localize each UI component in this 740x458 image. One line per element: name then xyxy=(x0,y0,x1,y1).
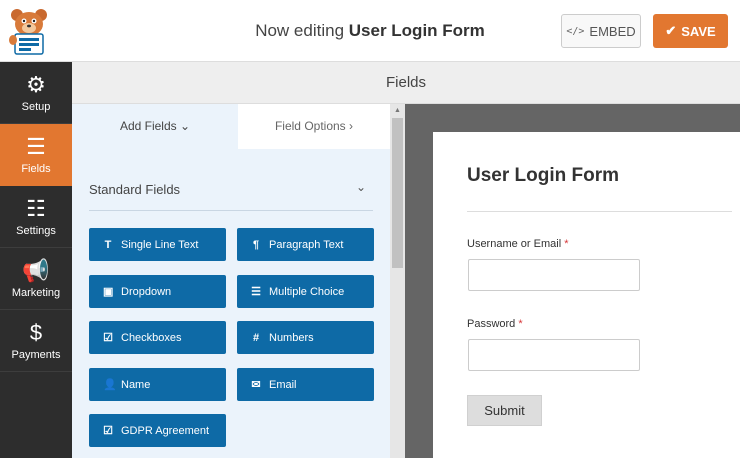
checkbox-icon: ☑ xyxy=(103,425,113,437)
tab-label: Field Options xyxy=(274,119,346,133)
scrollbar-thumb[interactable] xyxy=(392,118,403,268)
field-button-paragraph-text[interactable]: ¶ Paragraph Text xyxy=(237,228,374,261)
sidebar-item-label: Marketing xyxy=(11,287,61,299)
field-button-dropdown[interactable]: ▣ Dropdown xyxy=(89,275,226,308)
form-title: User Login Form xyxy=(467,165,620,186)
sidebar-item-setup[interactable]: ⚙ Setup xyxy=(0,62,72,124)
sliders-icon: ☷ xyxy=(26,196,46,221)
sidebar-item-label: Setup xyxy=(21,101,51,113)
field-button-label: Multiple Choice xyxy=(269,285,345,298)
megaphone-icon: 📢 xyxy=(22,258,50,283)
sidebar-item-settings[interactable]: ☷ Settings xyxy=(0,186,72,248)
field-button-numbers[interactable]: # Numbers xyxy=(237,321,374,354)
paragraph-icon: ¶ xyxy=(252,238,260,251)
field-button-label: Numbers xyxy=(269,331,314,344)
hash-icon: # xyxy=(252,331,260,344)
field-button-checkboxes[interactable]: ☑ Checkboxes xyxy=(89,321,226,354)
title-prefix: Now editing xyxy=(255,21,345,40)
scroll-up-arrow-icon[interactable]: ▲ xyxy=(390,104,405,118)
top-bar: Now editing User Login Form </> EMBED ✔ … xyxy=(0,0,740,62)
form-name: User Login Form xyxy=(348,21,485,40)
checkmark-icon: ✔ xyxy=(665,23,677,38)
gear-icon: ⚙ xyxy=(26,72,46,97)
field-button-label: Name xyxy=(121,378,151,391)
list-icon: ☰ xyxy=(251,286,261,298)
save-button[interactable]: ✔ SAVE xyxy=(653,14,728,48)
required-mark: * xyxy=(518,318,523,330)
password-field[interactable] xyxy=(468,339,640,371)
field-button-label: Dropdown xyxy=(121,285,172,298)
field-label-text: Password xyxy=(467,318,516,330)
field-label-text: Username or Email xyxy=(467,238,562,250)
username-label[interactable]: Username or Email * xyxy=(467,238,568,250)
required-mark: * xyxy=(564,238,569,250)
sidebar-item-label: Settings xyxy=(16,225,56,237)
field-button-name[interactable]: 👤 Name xyxy=(89,368,226,401)
envelope-icon: ✉ xyxy=(251,379,261,391)
field-button-label: Single Line Text xyxy=(121,238,199,251)
sidebar-item-fields[interactable]: ☰ Fields xyxy=(0,124,72,186)
sidebar-item-label: Payments xyxy=(11,349,61,361)
field-button-single-line-text[interactable]: T Single Line Text xyxy=(89,228,226,261)
list-icon: ☰ xyxy=(26,134,46,159)
chevron-down-icon: ⌄ xyxy=(179,119,191,133)
submit-button[interactable]: Submit xyxy=(467,395,542,426)
tab-field-options[interactable]: Field Options › xyxy=(238,104,390,149)
tab-label: Add Fields xyxy=(119,119,177,133)
code-icon: </> xyxy=(566,25,585,37)
add-fields-panel: Add Fields ⌄ Field Options › Standard Fi… xyxy=(72,104,390,458)
divider xyxy=(467,211,732,212)
dollar-icon: $ xyxy=(29,320,43,345)
save-label: SAVE xyxy=(681,23,716,39)
field-button-label: GDPR Agreement xyxy=(121,424,210,437)
field-button-label: Paragraph Text xyxy=(269,238,344,251)
field-button-multiple-choice[interactable]: ☰ Multiple Choice xyxy=(237,275,374,308)
field-button-email[interactable]: ✉ Email xyxy=(237,368,374,401)
checkbox-icon: ☑ xyxy=(103,332,113,344)
divider xyxy=(89,210,373,211)
password-label[interactable]: Password * xyxy=(467,318,523,330)
chevron-right-icon: › xyxy=(349,119,354,133)
field-button-gdpr-agreement[interactable]: ☑ GDPR Agreement xyxy=(89,414,226,447)
field-button-label: Email xyxy=(269,378,297,391)
tab-add-fields[interactable]: Add Fields ⌄ xyxy=(72,104,238,149)
field-button-label: Checkboxes xyxy=(121,331,182,344)
chevron-down-icon[interactable]: ⌄ xyxy=(356,180,366,194)
username-field[interactable] xyxy=(468,259,640,291)
sidebar-item-payments[interactable]: $ Payments xyxy=(0,310,72,372)
dropdown-icon: ▣ xyxy=(103,286,114,298)
section-title: Standard Fields xyxy=(89,182,181,197)
embed-label: EMBED xyxy=(589,23,636,39)
sidebar-item-marketing[interactable]: 📢 Marketing xyxy=(0,248,72,310)
text-icon: T xyxy=(104,238,112,251)
sidebar: ⚙ Setup ☰ Fields ☷ Settings 📢 Marketing … xyxy=(0,62,72,458)
user-icon: 👤 xyxy=(103,379,117,391)
fields-header: Fields xyxy=(72,62,740,104)
sidebar-item-label: Fields xyxy=(21,163,51,175)
embed-button[interactable]: </> EMBED xyxy=(561,14,641,48)
